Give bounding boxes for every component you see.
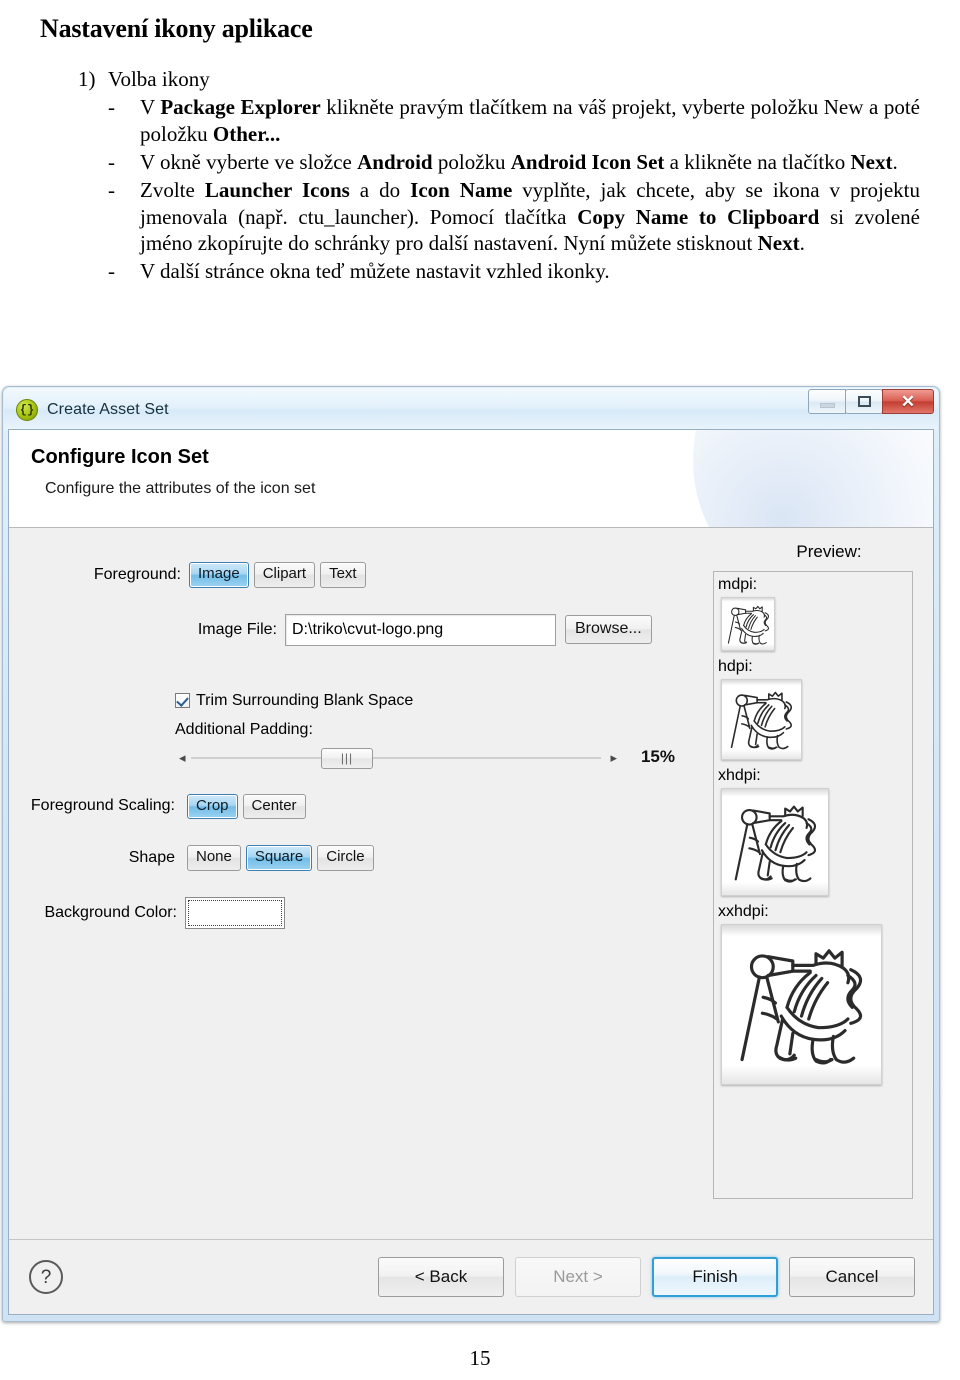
bullet-text: V další stránce okna teď můžete nastavit…	[140, 259, 610, 284]
shape-option-none[interactable]: None	[187, 845, 241, 871]
bullet-marker: -	[108, 177, 115, 202]
browse-button[interactable]: Browse...	[565, 615, 652, 644]
minimize-icon	[819, 403, 835, 408]
page-number: 15	[469, 1346, 491, 1370]
wizard-body: Foreground: Image Clipart Text Image Fil…	[9, 528, 933, 1239]
foreground-option-text[interactable]: Text	[320, 562, 366, 588]
list-marker: 1)	[78, 67, 96, 91]
trim-checkbox-label: Trim Surrounding Blank Space	[196, 691, 414, 709]
page-title: Nastavení ikony aplikace	[40, 14, 313, 43]
preview-icon-tile	[721, 924, 882, 1085]
minimize-button[interactable]	[808, 389, 846, 414]
list-item-bullet: - Zvolte Launcher Icons a do Icon Name vy…	[108, 177, 920, 258]
bullet-text: Zvolte Launcher Icons a do Icon Name vyp…	[140, 177, 921, 256]
instruction-list: 1) Volba ikony -V Package Explorer klikn…	[30, 66, 920, 285]
help-icon[interactable]: ?	[29, 1260, 63, 1294]
preview-icon-tile	[721, 679, 802, 760]
foreground-toggle-group: Image Clipart Text	[189, 562, 371, 588]
foreground-scaling-row: Foreground Scaling: Crop Center	[9, 793, 699, 819]
bullet-marker: -	[108, 95, 115, 120]
foreground-label: Foreground:	[93, 565, 181, 583]
bullet-marker: -	[108, 259, 115, 284]
maximize-icon	[857, 396, 871, 407]
padding-value: 15%	[640, 746, 675, 766]
window-frame: {} Create Asset Set ✕ Configure Icon Set…	[2, 386, 940, 1322]
next-button: Next >	[515, 1257, 641, 1297]
close-button[interactable]: ✕	[882, 389, 934, 414]
slider-track[interactable]	[191, 756, 601, 759]
window-controls: ✕	[808, 389, 934, 414]
slider-thumb-grip: |||	[340, 751, 354, 765]
padding-label-row: Additional Padding:	[175, 721, 699, 739]
image-file-input[interactable]: D:\triko\cvut-logo.png	[285, 613, 556, 646]
shape-label: Shape	[128, 848, 175, 866]
slider-thumb[interactable]: |||	[321, 747, 373, 769]
trim-checkbox[interactable]	[175, 693, 190, 708]
wizard-header: Configure Icon Set Configure the attribu…	[9, 430, 933, 528]
background-color-label: Background Color:	[44, 903, 177, 921]
preview-icon-tile	[721, 597, 775, 651]
cancel-button[interactable]: Cancel	[789, 1257, 915, 1297]
bullet-list: -V Package Explorer klikněte pravým tlač…	[30, 94, 920, 285]
maximize-button[interactable]	[845, 389, 883, 414]
window-titlebar[interactable]: {} Create Asset Set	[8, 391, 934, 429]
preview-title: Preview:	[796, 542, 862, 561]
create-asset-set-dialog: {} Create Asset Set ✕ Configure Icon Set…	[0, 386, 952, 1330]
shape-option-circle[interactable]: Circle	[317, 845, 374, 871]
scaling-option-crop[interactable]: Crop	[187, 793, 238, 819]
list-item-bullet: -V okně vyberte ve složce Android položk…	[108, 149, 920, 176]
background-color-swatch[interactable]	[185, 896, 285, 929]
bullet-text: V okně vyberte ve složce Android položku…	[140, 149, 898, 174]
list-item-label: Volba ikony	[108, 67, 210, 91]
image-file-label: Image File:	[197, 620, 277, 638]
foreground-scaling-toggle-group: Crop Center	[187, 793, 311, 819]
background-color-row: Background Color:	[9, 896, 699, 929]
foreground-option-clipart[interactable]: Clipart	[253, 562, 316, 588]
preview-density-label: xhdpi:	[718, 767, 761, 784]
wizard-title: Configure Icon Set	[31, 446, 209, 468]
scaling-option-center[interactable]: Center	[242, 793, 306, 819]
back-button[interactable]: < Back	[378, 1257, 504, 1297]
android-braces-icon: {}	[16, 399, 38, 421]
foreground-row: Foreground: Image Clipart Text	[9, 562, 699, 588]
list-item-bullet: -V další stránce okna teď můžete nastavi…	[108, 258, 920, 285]
slider-right-arrow[interactable]: ▸	[610, 751, 617, 764]
list-item-bullet: -V Package Explorer klikněte pravým tlač…	[108, 94, 920, 148]
window-title: Create Asset Set	[47, 401, 169, 418]
preview-list: mdpi: hdpi: xhdpi: xxhdpi:	[713, 571, 913, 1199]
foreground-scaling-label: Foreground Scaling:	[30, 797, 175, 815]
list-item-numbered: 1) Volba ikony	[78, 66, 920, 92]
shape-option-square[interactable]: Square	[245, 845, 313, 871]
bullet-text: V Package Explorer klikněte pravým tlačí…	[140, 95, 920, 146]
shape-row: Shape None Square Circle	[9, 845, 699, 871]
shape-toggle-group: None Square Circle	[187, 845, 379, 871]
preview-icon-tile	[721, 788, 829, 896]
slider-left-arrow[interactable]: ◂	[179, 751, 186, 764]
finish-button[interactable]: Finish	[652, 1257, 778, 1297]
wizard-subtitle: Configure the attributes of the icon set	[45, 480, 316, 497]
preview-density-label: xxhdpi:	[718, 903, 769, 920]
icon-settings-form: Foreground: Image Clipart Text Image Fil…	[9, 528, 699, 1239]
image-file-row: Image File: D:\triko\cvut-logo.png Brows…	[9, 613, 699, 646]
trim-checkbox-row[interactable]: Trim Surrounding Blank Space	[175, 692, 699, 710]
preview-panel: Preview: mdpi: hdpi: xhdpi: xxhdpi:	[699, 528, 933, 1239]
document-text: Nastavení ikony aplikace 1) Volba ikony …	[0, 0, 960, 285]
bullet-marker: -	[108, 149, 115, 174]
close-icon: ✕	[900, 392, 916, 411]
dialog-button-bar: ? < Back Next > Finish Cancel	[9, 1239, 933, 1314]
padding-slider[interactable]: ◂ ||| ▸ 15%	[175, 746, 675, 770]
foreground-option-image[interactable]: Image	[189, 562, 249, 588]
dialog-client-area: Configure Icon Set Configure the attribu…	[8, 429, 934, 1315]
padding-label: Additional Padding:	[175, 720, 313, 738]
preview-density-label: hdpi:	[718, 658, 753, 675]
preview-density-label: mdpi:	[718, 576, 758, 593]
